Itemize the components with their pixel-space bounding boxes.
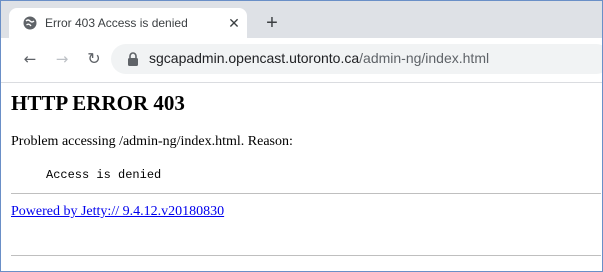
reason-text: Access is denied: [46, 168, 162, 182]
reload-icon[interactable]: ↻: [85, 50, 103, 68]
tab-error-403[interactable]: Error 403 Access is denied ✕: [9, 8, 247, 38]
problem-text: Problem accessing /admin-ng/index.html. …: [11, 134, 293, 149]
url-path: /admin-ng/index.html: [359, 50, 490, 66]
arrow-left-icon[interactable]: ←: [21, 50, 39, 68]
globe-icon: [23, 16, 37, 30]
close-icon[interactable]: ✕: [226, 15, 242, 31]
arrow-right-icon[interactable]: →: [53, 50, 71, 68]
page-content: HTTP ERROR 403 Problem accessing /admin-…: [1, 83, 602, 271]
page-title: HTTP ERROR 403: [11, 91, 185, 115]
powered-by-link[interactable]: Powered by Jetty:// 9.4.12.v20180830: [11, 204, 224, 220]
address-bar[interactable]: sgcapadmin.opencast.utoronto.ca/admin-ng…: [111, 44, 602, 74]
divider: [11, 255, 601, 256]
url-host: sgcapadmin.opencast.utoronto.ca: [149, 50, 360, 66]
browser-toolbar: ← → ↻ sgcapadmin.opencast.utoronto.ca/ad…: [1, 38, 602, 83]
plus-icon[interactable]: +: [263, 13, 281, 33]
tab-strip: Error 403 Access is denied ✕ +: [1, 1, 602, 38]
url-text[interactable]: sgcapadmin.opencast.utoronto.ca/admin-ng…: [149, 50, 489, 66]
divider: [11, 193, 601, 194]
lock-icon[interactable]: [127, 52, 139, 66]
tab-title: Error 403 Access is denied: [45, 16, 188, 30]
browser-window: Error 403 Access is denied ✕ + ← → ↻ sgc…: [0, 0, 603, 272]
